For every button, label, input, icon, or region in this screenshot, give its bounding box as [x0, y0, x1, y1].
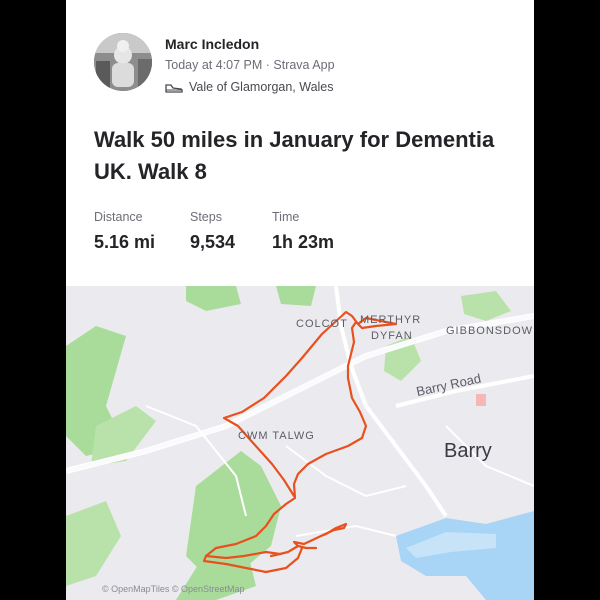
park-area [276, 286, 316, 306]
shoe-icon [165, 82, 183, 93]
avatar[interactable] [94, 33, 152, 91]
activity-card[interactable]: Marc Incledon Today at 4:07 PM · Strava … [66, 0, 534, 286]
athlete-name[interactable]: Marc Incledon [165, 36, 259, 52]
map-attribution[interactable]: © OpenMapTiles © OpenStreetMap [102, 584, 245, 594]
map-label-colcot: COLCOT [296, 318, 348, 330]
park-area [66, 501, 121, 586]
map-label-dyfan: DYFAN [371, 330, 413, 342]
map-label-barry: Barry [444, 440, 492, 462]
activity-frame: Marc Incledon Today at 4:07 PM · Strava … [66, 0, 534, 600]
stat-label: Time [272, 210, 300, 224]
hospital-area [476, 394, 486, 406]
stat-time: Time 1h 23m [272, 210, 334, 253]
stat-value: 1h 23m [272, 232, 335, 252]
location-text: Vale of Glamorgan, Wales [189, 80, 334, 94]
activity-title[interactable]: Walk 50 miles in January for Dementia UK… [94, 124, 514, 188]
map-label-gibbonsdown: GIBBONSDOW [446, 325, 534, 337]
activity-meta: Today at 4:07 PM · Strava App [165, 58, 335, 72]
stat-steps: Steps 9,534 [190, 210, 235, 253]
stat-value: 5.16 mi [94, 232, 156, 252]
stat-value: 9,534 [190, 232, 236, 252]
map-label-merthyr: MERTHYR [360, 314, 422, 326]
stat-label: Steps [190, 210, 222, 224]
activity-location: Vale of Glamorgan, Wales [165, 80, 334, 94]
route-line [269, 522, 348, 558]
park-area [186, 286, 241, 311]
stat-distance: Distance 5.16 mi [94, 210, 155, 253]
stat-label: Distance [94, 210, 143, 224]
map-label-cwm-talwg: CWM TALWG [238, 430, 315, 442]
park-area [461, 291, 511, 321]
route-map[interactable]: COLCOT MERTHYR DYFAN GIBBONSDOW CWM TALW… [66, 286, 534, 600]
